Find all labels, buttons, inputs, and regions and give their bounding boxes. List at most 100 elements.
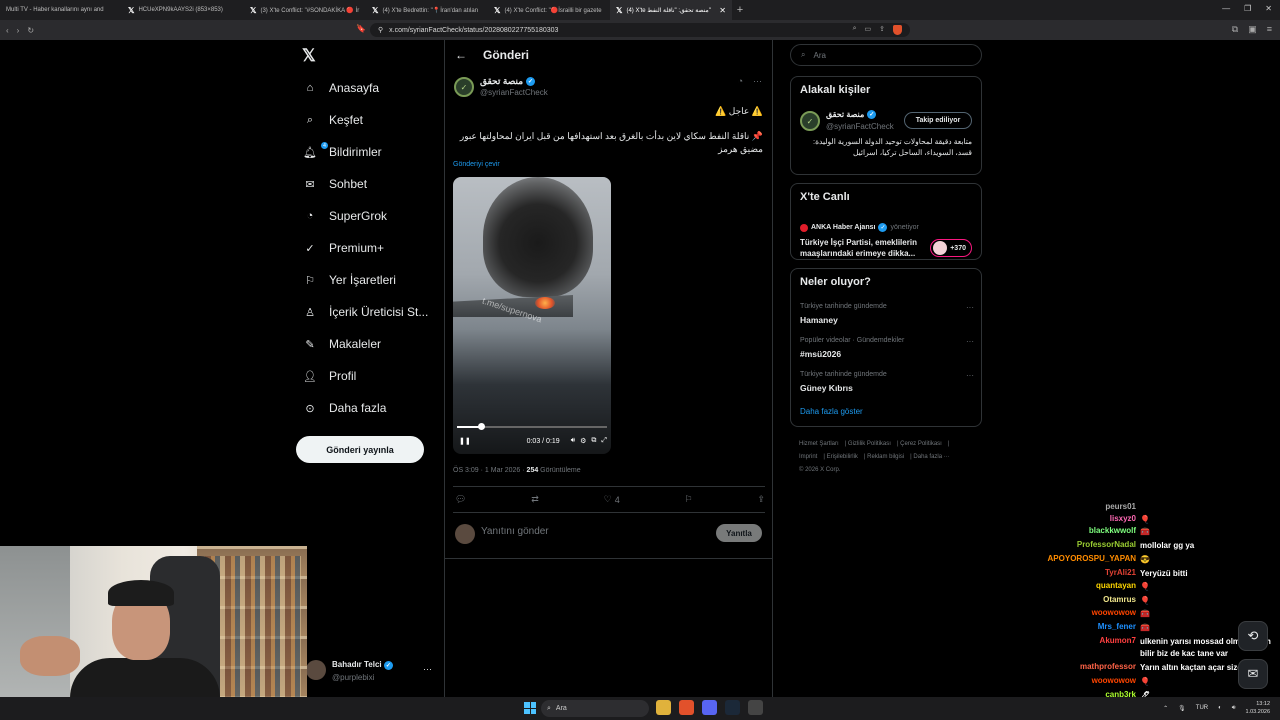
reply-icon[interactable]: 💬︎ xyxy=(455,494,466,505)
obs-icon[interactable] xyxy=(748,700,763,715)
tweet-author-avatar[interactable]: ✓ xyxy=(454,77,474,97)
sidebar-icon[interactable]: ▣ xyxy=(1248,24,1257,35)
cast-icon[interactable]: ▭ xyxy=(865,25,872,35)
share-icon[interactable]: ⇪ xyxy=(757,494,765,505)
nav-item-home[interactable]: ⌂ Anasayfa xyxy=(304,81,379,95)
reply-button[interactable]: Yanıtla xyxy=(716,524,762,542)
url-field[interactable]: ⚲ x.com/syrianFactCheck/status/202808022… xyxy=(370,23,910,37)
relevant-person-name[interactable]: منصة تحقق ✓ xyxy=(826,110,877,119)
language-indicator[interactable]: TUR xyxy=(1196,705,1208,711)
browser-tab[interactable]: 𝕏 (4) X'te Bedrettin: "📍İran'dan atılan xyxy=(366,0,488,20)
taskbar-clock[interactable]: 13:12 1.03.2026 xyxy=(1246,700,1270,716)
volume-icon[interactable]: 🔊︎ xyxy=(1232,705,1236,712)
nav-item-creator-studio[interactable]: ♙ İçerik Üreticisi St... xyxy=(304,305,428,319)
share-icon[interactable]: ⇪ xyxy=(879,25,885,35)
tweet-author-name[interactable]: منصة تحقق ✓ xyxy=(480,76,536,87)
site-info-icon[interactable]: ⚲ xyxy=(378,26,383,34)
avatar[interactable]: ✓ xyxy=(800,111,820,131)
reply-input[interactable]: Yanıtını gönder xyxy=(481,526,549,537)
footer-link[interactable]: Çerez Politikası xyxy=(900,441,942,447)
close-tab-icon[interactable]: ✕ xyxy=(719,6,726,15)
footer-link[interactable]: Reklam bilgisi xyxy=(867,454,904,460)
tweet-author-handle[interactable]: @syrianFactCheck xyxy=(480,88,548,97)
browser-tab[interactable]: 𝕏 (3) X'te Conflict: "#SONDAKİKA 🔴 İr xyxy=(244,0,366,20)
browser-tab[interactable]: Multi TV - Haber kanallarını aynı and xyxy=(0,0,122,20)
steam-icon[interactable] xyxy=(725,700,740,715)
fullscreen-icon[interactable]: ⤢ xyxy=(601,437,607,445)
nav-item-explore[interactable]: ⌕ Keşfet xyxy=(304,113,363,127)
translate-post-link[interactable]: Gönderiyi çevir xyxy=(453,161,500,168)
tweet-timestamp[interactable]: ÖS 3:09 · 1 Mar 2026 · xyxy=(453,467,527,474)
show-more-link[interactable]: Daha fazla göster xyxy=(800,407,863,416)
footer-link[interactable]: Hizmet Şartları xyxy=(799,441,839,447)
more-dots-icon[interactable]: ··· xyxy=(966,303,974,312)
video-scrub-handle[interactable] xyxy=(478,423,485,430)
chat-message: TyrAli21 Yeryüzü bitti xyxy=(985,568,1280,580)
trend-item[interactable]: Popüler videolar · Gündemdekiler #msü202… xyxy=(800,337,974,359)
browser-tab[interactable]: 𝕏 (4) X'te Conflict: "🔴İsrailli bir gazet… xyxy=(488,0,610,20)
more-dots-icon[interactable]: ··· xyxy=(966,337,974,346)
trend-item[interactable]: Türkiye tarihinde gündemde Hamaney ··· xyxy=(800,303,974,325)
windows-start-icon[interactable] xyxy=(524,702,536,714)
like-button[interactable]: ♡ 4 xyxy=(604,494,620,505)
more-dots-icon[interactable]: ··· xyxy=(753,76,762,86)
search-input[interactable]: ⌕ Ara xyxy=(790,44,982,66)
extensions-icon[interactable]: ⧉ xyxy=(1232,24,1238,35)
taskbar-search[interactable]: ⌕ Ara xyxy=(541,700,649,717)
post-button[interactable]: Gönderi yayınla xyxy=(296,436,424,463)
video-player[interactable]: t.me/supernova ❚❚ 0:03 / 0:19 🔊︎ ⚙ ⧉ ⤢ xyxy=(453,177,611,454)
nav-item-profile[interactable]: 👤︎ Profil xyxy=(303,369,356,383)
live-listener-count[interactable]: +370 xyxy=(930,239,972,257)
volume-icon[interactable]: 🔊︎ xyxy=(571,437,575,445)
footer-link[interactable]: Gizlilik Politikası xyxy=(848,441,891,447)
nav-item-bookmarks[interactable]: ⚐ Yer İşaretleri xyxy=(304,273,396,287)
browser-tab[interactable]: 𝕏 HCUeXPN9kAAYS2i (853×853) xyxy=(122,0,244,20)
brave-shield-icon[interactable] xyxy=(893,25,902,35)
network-icon[interactable]: ◐ xyxy=(1218,705,1222,711)
footer-link[interactable]: Daha fazla ··· xyxy=(913,454,949,460)
discord-icon[interactable] xyxy=(702,700,717,715)
bookmark-icon[interactable]: ⚐ xyxy=(685,494,693,505)
relevant-person-handle[interactable]: @syrianFactCheck xyxy=(826,122,894,131)
minimize-icon[interactable]: — xyxy=(1222,4,1230,13)
account-switcher[interactable]: Bahadır Telci ✓ @purplebixi ··· xyxy=(306,656,436,686)
x-home-logo-icon[interactable]: 𝕏 xyxy=(302,46,316,66)
grok-float-button[interactable]: ⟲ xyxy=(1238,621,1268,651)
nav-item-messages[interactable]: ✉ Sohbet xyxy=(304,177,367,191)
grok-analyze-icon[interactable]: ◔ xyxy=(738,76,743,86)
more-dots-icon[interactable]: ··· xyxy=(966,371,974,380)
video-progress-bar[interactable] xyxy=(457,423,607,430)
settings-icon[interactable]: ⚙ xyxy=(580,437,586,445)
live-source[interactable]: ANKA Haber Ajansı ✓ yönetiyor xyxy=(800,223,919,232)
messages-float-button[interactable]: ✉ xyxy=(1238,659,1268,689)
repost-icon[interactable]: ⇄ xyxy=(531,494,539,505)
new-tab-button[interactable]: + xyxy=(732,4,748,16)
nav-item-supergrok[interactable]: ◔ SuperGrok xyxy=(304,209,387,223)
trend-item[interactable]: Türkiye tarihinde gündemde Güney Kıbrıs … xyxy=(800,371,974,393)
brave-browser-icon[interactable] xyxy=(679,700,694,715)
pip-icon[interactable]: ⧉ xyxy=(591,437,596,445)
footer-link[interactable]: Imprint xyxy=(799,454,817,460)
live-headline[interactable]: Türkiye İşçi Partisi, emeklilerin maaşla… xyxy=(800,237,926,259)
nav-item-articles[interactable]: ✎ Makaleler xyxy=(304,337,381,351)
reload-icon[interactable]: ↻ xyxy=(27,26,34,35)
browser-tab-active[interactable]: 𝕏 (4) X'te منصة تحقق: "ناقلة النفط" ✕ xyxy=(610,0,732,20)
back-icon[interactable]: ‹ xyxy=(6,26,9,35)
nav-item-more[interactable]: ⊙ Daha fazla xyxy=(304,401,386,415)
file-explorer-icon[interactable] xyxy=(656,700,671,715)
pause-icon[interactable]: ❚❚ xyxy=(459,437,471,445)
following-button[interactable]: Takip ediliyor xyxy=(904,112,972,129)
nav-item-notifications[interactable]: 🔔︎ 4 Bildirimler xyxy=(303,142,382,159)
maximize-icon[interactable]: ❐ xyxy=(1244,4,1251,13)
more-dots-icon[interactable]: ··· xyxy=(423,664,432,674)
close-window-icon[interactable]: ✕ xyxy=(1265,4,1272,13)
nav-item-premium[interactable]: ✓ Premium+ xyxy=(304,241,384,255)
forward-icon[interactable]: › xyxy=(17,26,20,35)
bookmark-page-icon[interactable]: 🔖 xyxy=(356,24,366,33)
zoom-icon[interactable]: ⌕ xyxy=(853,25,857,35)
footer-link[interactable]: Erişilebilirlik xyxy=(827,454,858,460)
microphone-icon[interactable]: 🎙︎ xyxy=(1178,705,1186,712)
back-arrow-icon[interactable]: ← xyxy=(455,48,467,62)
menu-icon[interactable]: ≡ xyxy=(1267,24,1272,35)
tray-chevron-icon[interactable]: ⌃ xyxy=(1163,705,1168,712)
